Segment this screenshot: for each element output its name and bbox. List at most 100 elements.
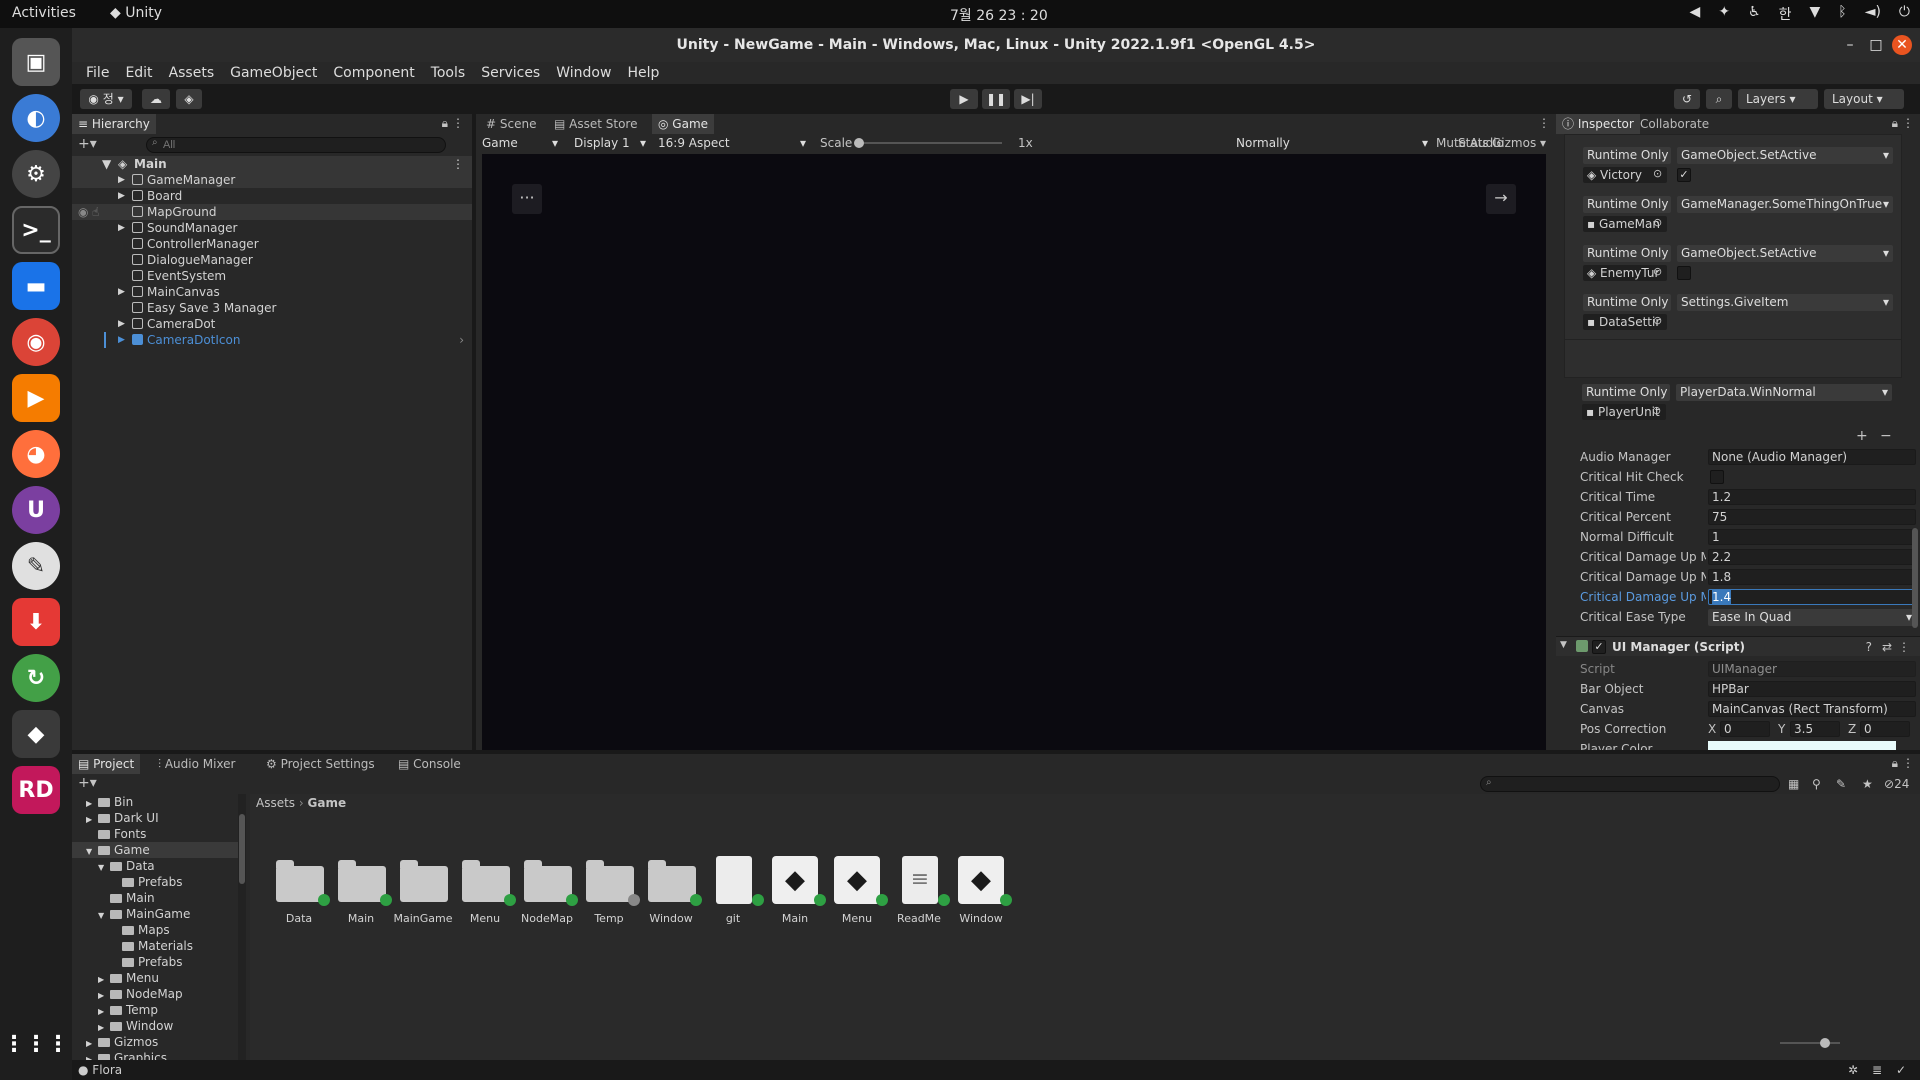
bug-icon[interactable]: ✲ <box>1848 1063 1858 1077</box>
video-player-icon[interactable]: ▶ <box>12 374 60 422</box>
tab-audio-mixer[interactable]: ⫶ Audio Mixer <box>152 754 242 774</box>
runtime-dropdown[interactable]: Runtime Only ▾ <box>1583 147 1671 164</box>
terminal-icon[interactable]: >_ <box>12 206 60 254</box>
function-dropdown[interactable]: GameManager.SomeThingOnTrue ▾ <box>1677 196 1893 213</box>
overlay-menu-button[interactable]: ··· <box>512 184 542 214</box>
step-button[interactable]: ▶| <box>1014 89 1042 109</box>
chevron-right-icon[interactable]: › <box>459 332 464 348</box>
game-viewport[interactable]: ··· → <box>482 154 1546 750</box>
ease-type-dropdown[interactable]: Ease In Quad ▾ <box>1708 609 1916 626</box>
account-dropdown[interactable]: ◉ 정 ▾ <box>80 89 132 109</box>
scene-root-row[interactable]: ▼ ◈ Main ⋮ <box>72 156 472 172</box>
asset-unity[interactable]: ◆ Window <box>946 856 1016 936</box>
tab-hierarchy[interactable]: ≡ Hierarchy <box>72 114 156 134</box>
more-icon[interactable]: ⋮ <box>1902 116 1914 130</box>
asset-folder[interactable]: MainGame <box>388 856 458 936</box>
hierarchy-item-cameradoticon[interactable]: ▶ CameraDotIcon › <box>72 332 472 348</box>
hierarchy-item-controllermanager[interactable]: ControllerManager <box>72 236 472 252</box>
asset-folder[interactable]: NodeMap <box>512 856 582 936</box>
create-asset-button[interactable]: +▾ <box>78 775 97 791</box>
field-value[interactable]: 1.8 <box>1708 569 1916 585</box>
accessibility-icon[interactable]: ♿ <box>1748 4 1761 24</box>
scene-menu-icon[interactable]: ⋮ <box>452 156 464 172</box>
field-value[interactable]: 2.2 <box>1708 549 1916 565</box>
preset-icon[interactable]: ⇄ <box>1882 640 1892 654</box>
layout-dropdown[interactable]: Layout ▾ <box>1824 89 1904 109</box>
favorite-icon[interactable]: ★ <box>1862 777 1873 791</box>
component-enabled-checkbox[interactable]: ✓ <box>1592 640 1606 654</box>
target-picker-icon[interactable]: ⊙ <box>1653 167 1662 180</box>
folder-tree-item[interactable]: ▶ Temp <box>98 1002 158 1018</box>
menu-assets[interactable]: Assets <box>161 62 223 84</box>
scale-slider[interactable] <box>854 138 1002 148</box>
project-search-input[interactable] <box>1480 776 1780 792</box>
folder-tree-item[interactable]: ▶ NodeMap <box>98 986 183 1002</box>
hierarchy-item-mapground[interactable]: ◉ ☝ MapGround <box>72 204 472 220</box>
scale-slider-thumb[interactable] <box>854 138 864 148</box>
chrome-icon[interactable]: ◉ <box>12 318 60 366</box>
screenshot-app-icon[interactable]: ▣ <box>12 38 60 86</box>
asset-doc[interactable]: ≡ ReadMe <box>884 856 954 936</box>
menu-edit[interactable]: Edit <box>117 62 160 84</box>
show-apps-icon[interactable]: ⋮⋮⋮ <box>3 1020 69 1068</box>
active-app-label[interactable]: ◆ Unity <box>110 5 162 21</box>
lock-icon[interactable]: 🔒︎ <box>442 116 448 131</box>
target-picker-icon[interactable]: ⊙ <box>1653 314 1662 327</box>
pos-y-field[interactable]: 3.5 <box>1790 721 1840 737</box>
more-icon[interactable]: ⋮ <box>1538 116 1550 130</box>
folder-tree-item[interactable]: Materials <box>110 938 193 954</box>
add-event-button[interactable]: + <box>1856 428 1868 444</box>
cloud-icon[interactable]: ☁ <box>142 89 170 109</box>
player-color-swatch[interactable] <box>1708 741 1896 750</box>
color-picker-icon[interactable]: ✦ <box>1718 4 1730 24</box>
hierarchy-item-maincanvas[interactable]: ▶ MainCanvas <box>72 284 472 300</box>
files-icon[interactable]: ▬ <box>12 262 60 310</box>
function-dropdown[interactable]: PlayerData.WinNormal ▾ <box>1676 384 1892 401</box>
play-button[interactable]: ▶ <box>950 89 978 109</box>
pause-button[interactable]: ❚❚ <box>982 89 1010 109</box>
tag-icon[interactable]: ✎ <box>1836 777 1846 791</box>
expand-arrow[interactable]: ▼ <box>98 860 110 876</box>
pos-z-field[interactable]: 0 <box>1860 721 1910 737</box>
param-checkbox[interactable]: ✓ <box>1677 168 1691 182</box>
close-button[interactable]: ✕ <box>1892 35 1912 55</box>
stats-button[interactable]: Stats <box>1458 136 1489 150</box>
menu-gameobject[interactable]: GameObject <box>222 62 325 84</box>
bar-object-field[interactable]: HPBar <box>1708 681 1916 697</box>
field-value-editing[interactable]: 1.4 <box>1708 589 1916 605</box>
critical-hit-checkbox[interactable] <box>1710 470 1724 484</box>
runtime-dropdown[interactable]: Runtime Only ▾ <box>1582 384 1670 401</box>
tab-asset-store[interactable]: ▤ Asset Store <box>548 114 644 134</box>
asset-file[interactable]: git <box>698 856 768 936</box>
tab-project[interactable]: ▤ Project <box>72 754 141 774</box>
pos-x-field[interactable]: 0 <box>1720 721 1770 737</box>
function-dropdown[interactable]: Settings.GiveItem ▾ <box>1677 294 1893 311</box>
menu-component[interactable]: Component <box>325 62 422 84</box>
filter-type-icon[interactable]: ▦ <box>1788 777 1799 791</box>
folder-tree-item[interactable]: Fonts <box>86 826 146 842</box>
hierarchy-item-soundmanager[interactable]: ▶ SoundManager <box>72 220 472 236</box>
canvas-field[interactable]: MainCanvas (Rect Transform) <box>1708 701 1916 717</box>
component-menu-icon[interactable]: ⋮ <box>1898 640 1910 654</box>
asset-unity[interactable]: ◆ Menu <box>822 856 892 936</box>
more-icon[interactable]: ⋮ <box>1902 756 1914 770</box>
asset-folder[interactable]: Window <box>636 856 706 936</box>
search-icon[interactable]: ⌕ <box>1706 89 1732 109</box>
arrow-right-icon[interactable]: → <box>1486 184 1516 214</box>
component-header[interactable]: ▼ ✓ UI Manager (Script) ? ⇄ ⋮ <box>1556 636 1920 656</box>
color-app-icon[interactable]: ◐ <box>12 94 60 142</box>
field-value[interactable]: 1 <box>1708 529 1916 545</box>
menu-window[interactable]: Window <box>548 62 619 84</box>
filter-label-icon[interactable]: ⚲ <box>1812 777 1821 791</box>
visibility-icon[interactable]: ◉ <box>78 204 88 220</box>
unity-hub-icon[interactable]: U <box>12 486 60 534</box>
window-titlebar[interactable]: Unity - NewGame - Main - Windows, Mac, L… <box>72 28 1920 62</box>
hierarchy-item-eventsystem[interactable]: EventSystem <box>72 268 472 284</box>
hierarchy-item-cameradot[interactable]: ▶ CameraDot <box>72 316 472 332</box>
folder-tree-item[interactable]: ▶ Gizmos <box>86 1034 158 1050</box>
rider-icon[interactable]: RD <box>12 766 60 814</box>
breadcrumb-game[interactable]: Game <box>308 796 347 810</box>
asset-folder[interactable]: Temp <box>574 856 644 936</box>
asset-folder[interactable]: Data <box>264 856 334 936</box>
hierarchy-item-board[interactable]: ▶ Board <box>72 188 472 204</box>
